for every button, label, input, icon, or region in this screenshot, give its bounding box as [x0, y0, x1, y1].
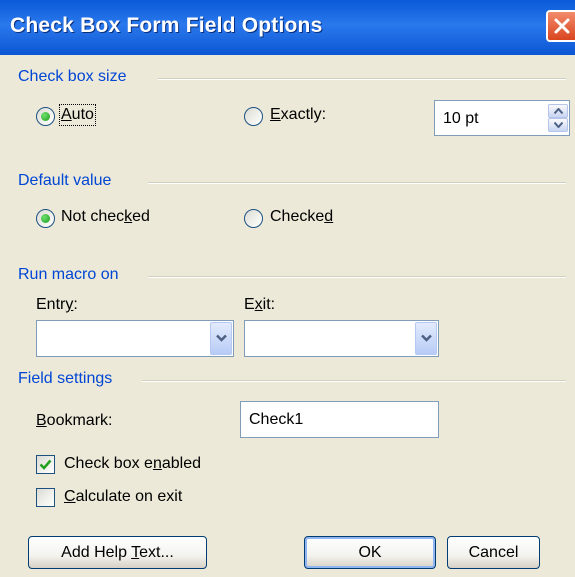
calculate-on-exit-label[interactable]: Calculate on exit	[64, 488, 182, 506]
bookmark-label: Bookmark:	[36, 412, 112, 430]
enabled-label-hotkey: n	[152, 455, 162, 472]
add-help-text-button[interactable]: Add Help Text...	[28, 536, 207, 569]
calculate-label-hotkey: C	[64, 488, 76, 505]
entry-macro-dropdown[interactable]	[36, 320, 234, 357]
add-help-label-post: ext...	[139, 544, 174, 561]
close-button[interactable]	[546, 10, 575, 42]
ok-button[interactable]: OK	[304, 536, 436, 569]
check-box-enabled-checkbox[interactable]	[36, 455, 55, 474]
entry-label-post: :	[73, 296, 78, 313]
spin-up-icon	[554, 108, 563, 114]
title-bar[interactable]: Check Box Form Field Options	[0, 0, 575, 55]
spin-down-button[interactable]	[548, 118, 568, 132]
spin-up-button[interactable]	[548, 104, 568, 118]
close-icon	[554, 18, 570, 34]
auto-radio-label[interactable]: Auto	[59, 104, 96, 126]
size-input-value: 10 pt	[443, 110, 479, 127]
not-checked-label-hotkey: k	[124, 208, 133, 225]
run-macro-heading: Run macro on	[18, 266, 119, 283]
spin-down-icon	[554, 122, 563, 128]
radio-selected-dot	[41, 214, 50, 223]
exactly-radio[interactable]	[244, 107, 263, 126]
entry-dropdown-button[interactable]	[210, 322, 232, 355]
auto-label-post: uto	[71, 106, 94, 123]
ok-label: OK	[358, 544, 382, 561]
exactly-label-hotkey: E	[270, 106, 281, 123]
exit-dropdown-button[interactable]	[415, 322, 437, 355]
chevron-down-icon	[216, 334, 227, 342]
checked-label-pre: Checke	[270, 208, 325, 225]
check-box-enabled-label[interactable]: Check box enabled	[64, 455, 201, 473]
default-value-heading: Default value	[18, 172, 112, 189]
cancel-label: Cancel	[468, 544, 519, 561]
calculate-on-exit-checkbox[interactable]	[36, 488, 55, 507]
not-checked-radio[interactable]	[36, 209, 55, 228]
check-box-size-divider	[158, 78, 566, 80]
exit-label-hotkey: x	[254, 296, 263, 313]
enabled-label-post: abled	[161, 455, 201, 472]
add-help-label-pre: Add Help	[61, 544, 132, 561]
calculate-label-post: alculate on exit	[75, 488, 183, 505]
checked-label-hotkey: d	[324, 208, 334, 225]
check-box-size-heading: Check box size	[18, 68, 127, 85]
bookmark-input-value: Check1	[249, 411, 304, 428]
radio-selected-dot	[41, 112, 50, 121]
not-checked-label-pre: Not chec	[61, 208, 125, 225]
check-box-form-field-options-dialog: Check Box Form Field Options Check box s…	[0, 0, 575, 577]
chevron-down-icon	[421, 334, 432, 342]
window-title: Check Box Form Field Options	[10, 14, 323, 37]
checkmark-icon	[39, 459, 52, 470]
bookmark-label-post: ookmark:	[46, 412, 113, 429]
auto-label-hotkey: A	[61, 106, 72, 123]
exit-label: Exit:	[244, 296, 275, 314]
size-spinner[interactable]	[548, 103, 568, 133]
bookmark-label-hotkey: B	[36, 412, 47, 429]
exit-label-post: it:	[262, 296, 276, 313]
cancel-button[interactable]: Cancel	[447, 536, 540, 569]
auto-radio[interactable]	[36, 107, 55, 126]
exactly-label-post: xactly:	[280, 106, 327, 123]
default-value-divider	[148, 182, 566, 184]
exit-label-pre: E	[244, 296, 255, 313]
entry-label-pre: Entr	[36, 296, 66, 313]
not-checked-label-post: ed	[132, 208, 150, 225]
exactly-radio-label[interactable]: Exactly:	[270, 106, 326, 124]
add-help-label-hotkey: T	[131, 544, 140, 561]
field-settings-divider	[142, 380, 566, 382]
enabled-label-pre: Check box e	[64, 455, 153, 472]
bookmark-input[interactable]: Check1	[240, 401, 439, 438]
entry-label: Entry:	[36, 296, 78, 314]
field-settings-heading: Field settings	[18, 370, 113, 387]
run-macro-divider	[148, 276, 566, 278]
not-checked-radio-label[interactable]: Not checked	[61, 208, 150, 226]
exit-macro-dropdown[interactable]	[244, 320, 439, 357]
checked-radio[interactable]	[244, 209, 263, 228]
checked-radio-label[interactable]: Checked	[270, 208, 333, 226]
